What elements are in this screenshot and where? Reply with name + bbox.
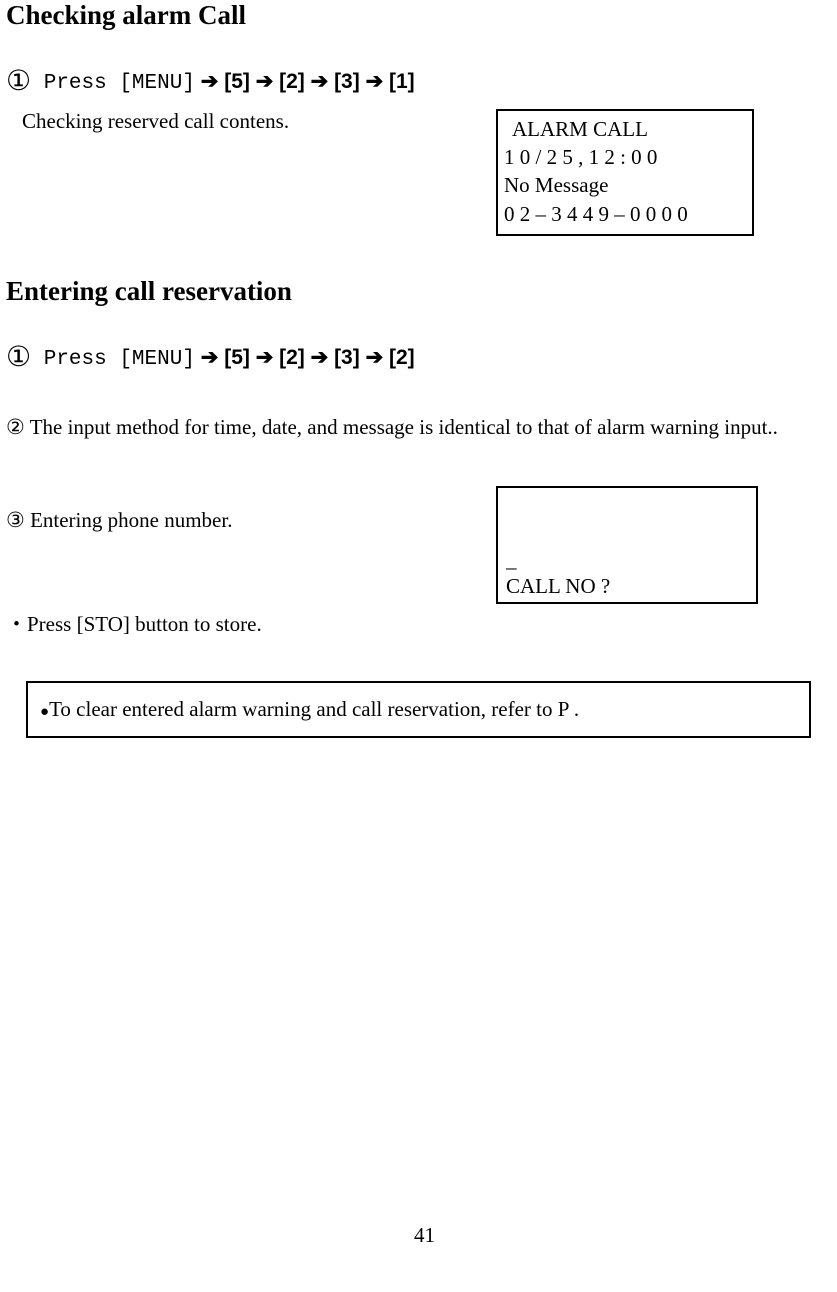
heading-entering-call-reservation: Entering call reservation xyxy=(6,276,831,307)
lcd2-line1: _ xyxy=(506,546,517,574)
heading-checking-alarm-call: Checking alarm Call xyxy=(6,0,831,31)
note-box: ●To clear entered alarm warning and call… xyxy=(26,681,811,738)
lcd2-line2: CALL NO ? xyxy=(506,572,610,600)
lcd-display-alarm-call: ALARM CALL 1 0 / 2 5 , 1 2 : 0 0 No Mess… xyxy=(496,109,754,236)
bullet-icon: ● xyxy=(40,704,49,720)
entering-phone-text: Entering phone number. xyxy=(25,508,233,532)
section2-step3: ③ Entering phone number. xyxy=(6,508,496,533)
press-menu-text: Press [MENU] xyxy=(31,72,195,95)
key-sequence-2: ➔ [5] ➔ [2] ➔ [3] ➔ [2] xyxy=(195,346,415,369)
press-menu-text-2: Press [MENU] xyxy=(31,348,195,371)
circled-three-icon: ③ xyxy=(6,508,25,532)
lcd1-line2: 1 0 / 2 5 , 1 2 : 0 0 xyxy=(504,143,746,171)
section2-step2: ② The input method for time, date, and m… xyxy=(6,415,831,440)
note-text: To clear entered alarm warning and call … xyxy=(49,697,579,721)
lcd1-line1: ALARM CALL xyxy=(504,115,746,143)
section2-step1: ① Press [MENU] ➔ [5] ➔ [2] ➔ [3] ➔ [2] xyxy=(6,341,831,375)
lcd1-line3: No Message xyxy=(504,171,746,199)
checking-reserved-text: Checking reserved call contens. xyxy=(6,109,496,134)
lcd-display-call-no: _ CALL NO ? xyxy=(496,486,758,604)
page-number: 41 xyxy=(6,1223,837,1248)
input-method-text: The input method for time, date, and mes… xyxy=(25,415,778,439)
lcd1-line4: 0 2 – 3 4 4 9 – 0 0 0 0 xyxy=(504,200,746,228)
section1-step1: ① Press [MENU] ➔ [5] ➔ [2] ➔ [3] ➔ [1] xyxy=(6,65,831,99)
key-sequence-1: ➔ [5] ➔ [2] ➔ [3] ➔ [1] xyxy=(195,70,415,93)
circled-two-icon: ② xyxy=(6,415,25,439)
circled-one-icon: ① xyxy=(6,66,31,97)
circled-one-icon: ① xyxy=(6,342,31,373)
press-sto-text: ・Press [STO] button to store. xyxy=(6,612,831,637)
